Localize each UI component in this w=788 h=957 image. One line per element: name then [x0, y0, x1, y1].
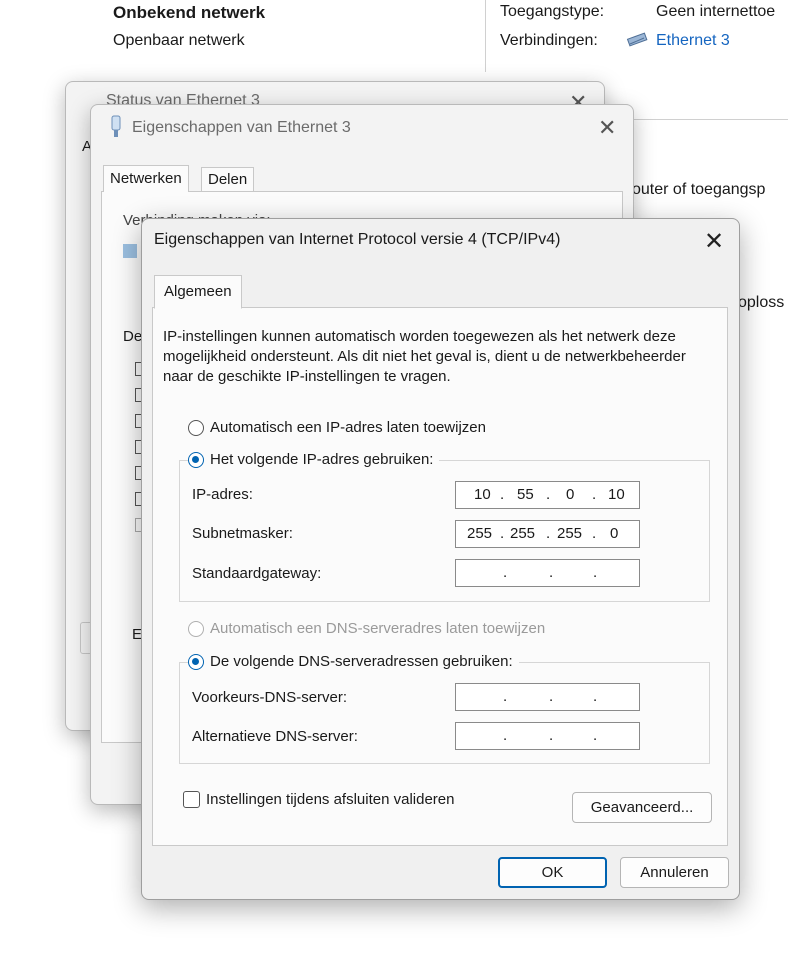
dot: . [503, 688, 508, 705]
ethernet-3-link[interactable]: Ethernet 3 [656, 32, 730, 50]
validate-checkbox[interactable] [183, 791, 200, 808]
ip-address-label: IP-adres: [192, 486, 253, 503]
auto-ip-label: Automatisch een IP-adres laten toewijzen [210, 419, 486, 436]
dot: . [592, 525, 597, 542]
divider [620, 119, 788, 120]
network-adapter-icon [109, 115, 123, 143]
gateway-label: Standaardgateway: [192, 565, 322, 582]
preferred-dns-input[interactable]: . . . [455, 683, 640, 711]
dot: . [500, 525, 505, 542]
cancel-button[interactable]: Annuleren [620, 857, 729, 888]
manual-ip-label: Het volgende IP-adres gebruiken: [210, 451, 434, 468]
auto-ip-radio[interactable] [188, 419, 204, 436]
validate-checkbox-row[interactable]: Instellingen tijdens afsluiten valideren [183, 791, 455, 808]
ip-octet: 10 [608, 486, 625, 503]
auto-dns-label: Automatisch een DNS-serveradres laten to… [210, 620, 546, 637]
alternate-dns-label: Alternatieve DNS-server: [192, 728, 358, 745]
dot: . [549, 564, 554, 581]
tab-delen[interactable]: Delen [201, 167, 255, 192]
subnet-input[interactable]: 255 . 255 . 255 . 0 [455, 520, 640, 548]
partial-label: De [123, 328, 143, 345]
subnet-octet: 255 [557, 525, 583, 542]
ip-octet: 0 [566, 486, 575, 503]
dot: . [503, 564, 508, 581]
dot: . [593, 688, 598, 705]
dot: . [503, 727, 508, 744]
alternate-dns-input[interactable]: . . . [455, 722, 640, 750]
tab-algemeen[interactable]: Algemeen [154, 275, 242, 309]
dot: . [500, 486, 505, 503]
dot: . [593, 727, 598, 744]
manual-ip-radio-row[interactable]: Het volgende IP-adres gebruiken: [188, 451, 440, 468]
close-icon[interactable]: ✕ [704, 230, 724, 254]
auto-dns-radio-row[interactable]: Automatisch een DNS-serveradres laten to… [188, 620, 552, 637]
ethernet-icon [626, 30, 650, 53]
subnet-octet: 255 [467, 525, 493, 542]
validate-label: Instellingen tijdens afsluiten valideren [206, 791, 455, 808]
dot: . [546, 486, 551, 503]
properties-window-title: Eigenschappen van Ethernet 3 [132, 119, 351, 136]
ip-octet: 55 [517, 486, 534, 503]
dot: . [592, 486, 597, 503]
advanced-button[interactable]: Geavanceerd... [572, 792, 712, 823]
subnet-label: Subnetmasker: [192, 525, 293, 542]
dialog-title: Eigenschappen van Internet Protocol vers… [154, 231, 561, 248]
ok-button[interactable]: OK [498, 857, 607, 888]
subnet-octet: 0 [610, 525, 619, 542]
adapter-icon [123, 244, 137, 258]
access-type-value: Geen internettoe [656, 3, 776, 20]
manual-dns-radio[interactable] [188, 653, 204, 670]
manual-ip-radio[interactable] [188, 451, 204, 468]
tab-netwerken[interactable]: Netwerken [103, 165, 189, 192]
dot: . [546, 525, 551, 542]
auto-dns-radio[interactable] [188, 620, 204, 637]
ipv4-properties-dialog: Eigenschappen van Internet Protocol vers… [141, 218, 740, 900]
access-type-label: Toegangstype: [500, 3, 605, 20]
manual-dns-radio-row[interactable]: De volgende DNS-serveradressen gebruiken… [188, 653, 519, 670]
connections-label: Verbindingen: [500, 32, 598, 49]
dot: . [593, 564, 598, 581]
ip-octet: 10 [474, 486, 491, 503]
divider [485, 0, 486, 72]
partial-text: outer of toegangsp [632, 181, 766, 198]
manual-dns-label: De volgende DNS-serveradressen gebruiken… [210, 653, 513, 670]
dot: . [549, 688, 554, 705]
preferred-dns-label: Voorkeurs-DNS-server: [192, 689, 348, 706]
dot: . [549, 727, 554, 744]
network-name: Onbekend netwerk [113, 3, 266, 22]
partial-text: oploss [738, 294, 785, 311]
subnet-octet: 255 [510, 525, 536, 542]
ip-address-input[interactable]: 10 . 55 . 0 . 10 [455, 481, 640, 509]
network-type: Openbaar netwerk [113, 32, 245, 49]
gateway-input[interactable]: . . . [455, 559, 640, 587]
auto-ip-radio-row[interactable]: Automatisch een IP-adres laten toewijzen [188, 419, 492, 436]
close-icon[interactable]: ✕ [598, 117, 616, 139]
intro-text: IP-instellingen kunnen automatisch worde… [163, 328, 686, 385]
